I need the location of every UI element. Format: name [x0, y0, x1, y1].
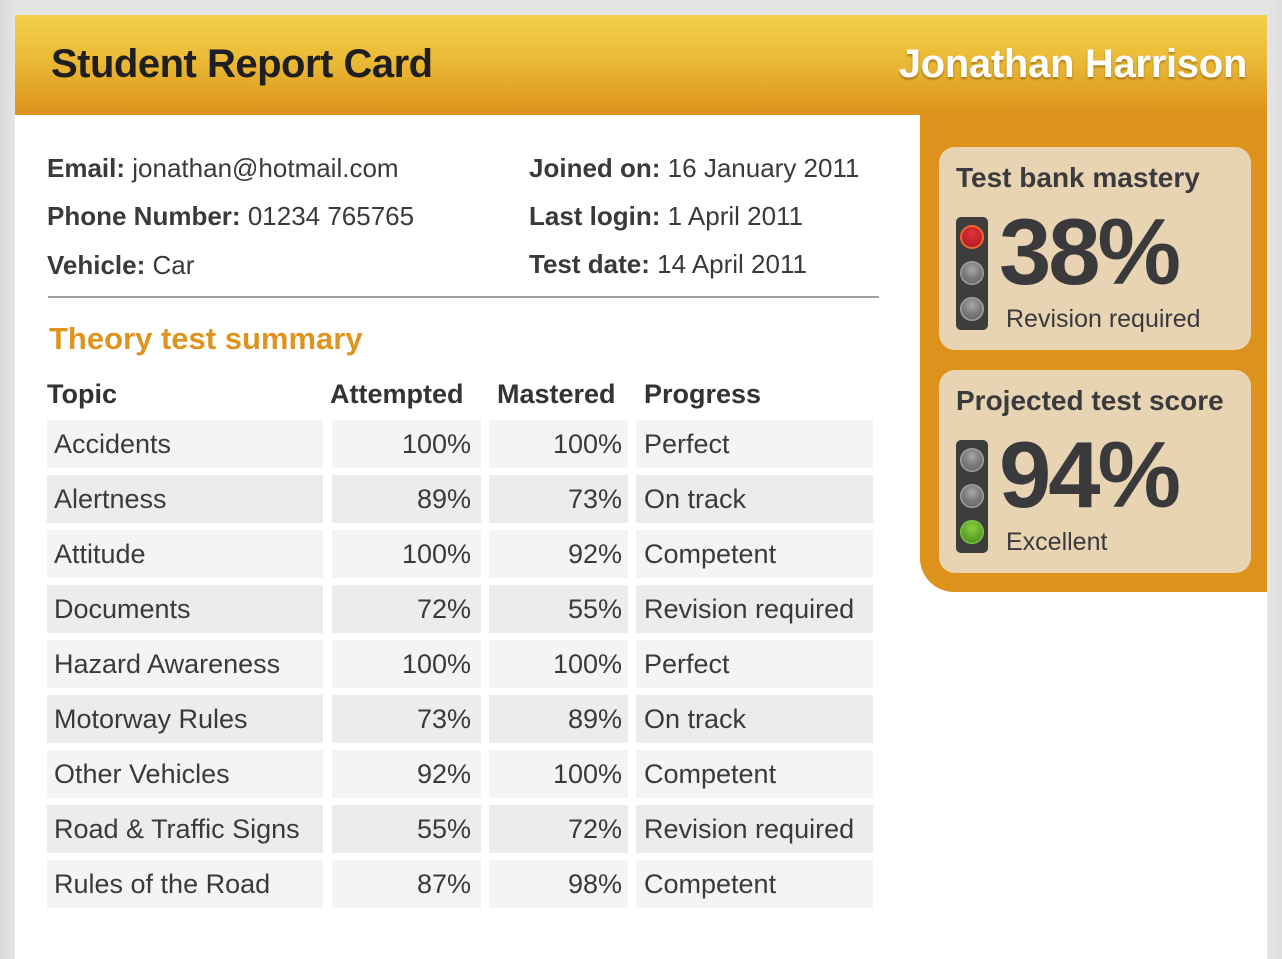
vehicle-label: Vehicle: [47, 250, 146, 280]
card-title: Test bank mastery [956, 162, 1200, 193]
score-panel: Test bank mastery 38% Revision required … [920, 115, 1267, 592]
test-date-field: Test date: 14 April 2011 [529, 249, 807, 280]
student-name: Jonathan Harrison [898, 42, 1248, 86]
table-row: Attitude 100% 92% Competent [47, 530, 874, 578]
email-label: Email: [47, 153, 126, 183]
red-light-icon [960, 225, 984, 249]
progress-cell: Revision required [636, 585, 873, 633]
card-title: Projected test score [956, 385, 1224, 416]
page-title: Student Report Card [51, 42, 433, 86]
mastered-cell: 100% [489, 750, 628, 798]
mastered-cell: 98% [489, 860, 628, 908]
red-light-off-icon [960, 448, 984, 472]
topic-cell: Documents [47, 585, 323, 633]
last-login-field: Last login: 1 April 2011 [529, 201, 803, 232]
green-light-off-icon [960, 297, 984, 321]
topic-cell: Alertness [47, 475, 323, 523]
mastered-cell: 92% [489, 530, 628, 578]
test-date-label: Test date: [529, 249, 650, 279]
test-bank-mastery-card: Test bank mastery 38% Revision required [939, 147, 1251, 350]
last-login-value: 1 April 2011 [667, 201, 804, 231]
table-row: Accidents 100% 100% Perfect [47, 420, 874, 468]
topic-cell: Accidents [47, 420, 323, 468]
phone-label: Phone Number: [47, 201, 241, 231]
divider [48, 296, 879, 298]
progress-cell: Perfect [636, 420, 873, 468]
mastery-status: Revision required [1006, 305, 1201, 333]
progress-cell: Perfect [636, 640, 873, 688]
attempted-cell: 100% [332, 420, 481, 468]
mastered-cell: 89% [489, 695, 628, 743]
projected-score-status: Excellent [1006, 528, 1108, 556]
test-date-value: 14 April 2011 [657, 249, 807, 279]
attempted-cell: 92% [332, 750, 481, 798]
traffic-light-icon [956, 440, 988, 553]
topic-cell: Attitude [47, 530, 323, 578]
mastered-cell: 72% [489, 805, 628, 853]
mastered-cell: 100% [489, 640, 628, 688]
mastered-cell: 100% [489, 420, 628, 468]
email-field: Email: jonathan@hotmail.com [47, 153, 399, 184]
column-header-progress: Progress [644, 379, 762, 409]
attempted-cell: 55% [332, 805, 481, 853]
attempted-cell: 100% [332, 530, 481, 578]
table-row: Documents 72% 55% Revision required [47, 585, 874, 633]
table-row: Motorway Rules 73% 89% On track [47, 695, 874, 743]
progress-cell: Revision required [636, 805, 873, 853]
header-bar: Student Report Card Jonathan Harrison [15, 15, 1267, 115]
column-header-topic: Topic [47, 379, 117, 409]
traffic-light-icon [956, 217, 988, 330]
phone-field: Phone Number: 01234 765765 [47, 201, 414, 232]
projected-test-score-card: Projected test score 94% Excellent [939, 370, 1251, 573]
joined-field: Joined on: 16 January 2011 [529, 153, 859, 184]
joined-label: Joined on: [529, 153, 661, 183]
attempted-cell: 72% [332, 585, 481, 633]
table-row: Rules of the Road 87% 98% Competent [47, 860, 874, 908]
attempted-cell: 89% [332, 475, 481, 523]
column-header-attempted: Attempted [330, 379, 464, 409]
report-card-page: Student Report Card Jonathan Harrison Te… [15, 15, 1267, 959]
amber-light-off-icon [960, 261, 984, 285]
green-light-icon [960, 520, 984, 544]
progress-cell: Competent [636, 750, 873, 798]
attempted-cell: 73% [332, 695, 481, 743]
progress-cell: Competent [636, 530, 873, 578]
attempted-cell: 100% [332, 640, 481, 688]
last-login-label: Last login: [529, 201, 661, 231]
table-row: Alertness 89% 73% On track [47, 475, 874, 523]
progress-cell: Competent [636, 860, 873, 908]
table-row: Hazard Awareness 100% 100% Perfect [47, 640, 874, 688]
email-value: jonathan@hotmail.com [132, 153, 399, 183]
topic-cell: Motorway Rules [47, 695, 323, 743]
progress-cell: On track [636, 695, 873, 743]
mastered-cell: 73% [489, 475, 628, 523]
mastery-percentage: 38% [999, 199, 1181, 304]
vehicle-field: Vehicle: Car [47, 250, 194, 281]
section-title: Theory test summary [49, 321, 363, 356]
attempted-cell: 87% [332, 860, 481, 908]
phone-value: 01234 765765 [247, 201, 415, 231]
table-row: Road & Traffic Signs 55% 72% Revision requi… [47, 805, 874, 853]
mastered-cell: 55% [489, 585, 628, 633]
progress-cell: On track [636, 475, 873, 523]
vehicle-value: Car [152, 250, 195, 280]
amber-light-off-icon [960, 484, 984, 508]
topic-cell: Hazard Awareness [47, 640, 323, 688]
topic-cell: Road & Traffic Signs [47, 805, 323, 853]
table-row: Other Vehicles 92% 100% Competent [47, 750, 874, 798]
topic-cell: Other Vehicles [47, 750, 323, 798]
projected-score-percentage: 94% [999, 422, 1181, 527]
topic-cell: Rules of the Road [47, 860, 323, 908]
column-header-mastered: Mastered [497, 379, 616, 409]
joined-value: 16 January 2011 [667, 153, 860, 183]
